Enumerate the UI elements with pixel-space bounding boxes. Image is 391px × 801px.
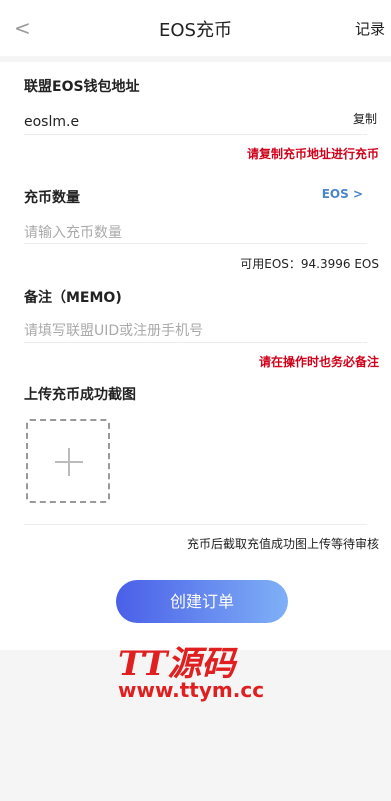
divider xyxy=(24,243,367,244)
memo-input[interactable]: 请填写联盟UID或注册手机号 xyxy=(24,320,203,340)
upload-label: 上传充币成功截图 xyxy=(24,387,136,403)
memo-tip: 请在操作时也务必备注 xyxy=(258,355,379,369)
copy-button[interactable]: 复制 xyxy=(353,110,377,127)
record-link[interactable]: 记录 xyxy=(355,18,385,39)
amount-input[interactable]: 请输入充币数量 xyxy=(24,222,122,242)
page-title: EOS充币 xyxy=(159,20,232,41)
watermark-url: www.ttym.cc xyxy=(118,678,265,702)
divider xyxy=(24,524,367,525)
address-label: 联盟EOS钱包地址 xyxy=(24,79,140,95)
address-tip: 请复制充币地址进行充币 xyxy=(246,147,379,161)
wallet-address: eoslm.e xyxy=(24,114,80,130)
recharge-form: 联盟EOS钱包地址 eoslm.e 复制 请复制充币地址进行充币 充币数量 EO… xyxy=(0,62,391,650)
review-note: 充币后截取充值成功图上传等待审核 xyxy=(186,537,379,551)
amount-label: 充币数量 xyxy=(24,190,80,206)
plus-icon xyxy=(68,448,70,476)
available-balance: 可用EOS：94.3996 EOS xyxy=(240,257,379,271)
app-header: < EOS充币 记录 xyxy=(0,0,391,56)
currency-selector[interactable]: EOS > xyxy=(322,187,363,201)
divider xyxy=(24,134,367,135)
memo-label: 备注（MEMO) xyxy=(24,290,122,306)
upload-box[interactable] xyxy=(26,419,110,503)
create-order-button[interactable]: 创建订单 xyxy=(116,580,288,623)
divider xyxy=(24,342,367,343)
